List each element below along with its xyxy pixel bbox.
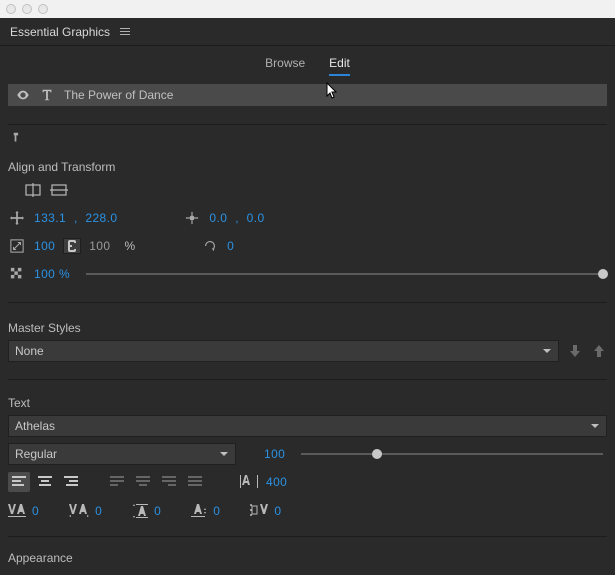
align-right-button[interactable] xyxy=(60,472,82,492)
window-close-button[interactable] xyxy=(6,4,16,14)
push-style-down-icon[interactable] xyxy=(567,343,583,359)
position-x[interactable]: 133.1 xyxy=(34,211,66,225)
tsume-value[interactable]: 0 xyxy=(274,504,281,518)
leading-value[interactable]: 0 xyxy=(154,504,161,518)
position-y[interactable]: 228.0 xyxy=(85,211,117,225)
leading-icon xyxy=(132,504,148,518)
text-align-row: 400 xyxy=(8,468,607,496)
align-vertical-center-icon[interactable] xyxy=(50,182,68,198)
font-size-slider[interactable] xyxy=(301,447,603,461)
align-left-button[interactable] xyxy=(8,472,30,492)
scale-unit: % xyxy=(124,239,135,253)
position-row: 133.1 , 228.0 0.0 , 0.0 xyxy=(8,204,607,232)
baseline-metric: 0 xyxy=(191,504,220,518)
font-family-select[interactable]: Athelas xyxy=(8,415,607,437)
scale-link-icon[interactable] xyxy=(63,238,81,254)
tsume-metric: 0 xyxy=(250,504,281,518)
push-style-up-icon[interactable] xyxy=(591,343,607,359)
chevron-down-icon xyxy=(219,449,229,459)
scale-y[interactable]: 100 xyxy=(89,239,110,253)
panel-title: Essential Graphics xyxy=(10,25,110,39)
font-family-value: Athelas xyxy=(15,419,55,433)
window-titlebar xyxy=(0,0,615,18)
baseline-value[interactable]: 0 xyxy=(213,504,220,518)
anchor-point-icon xyxy=(183,211,201,225)
chevron-down-icon xyxy=(542,346,552,356)
master-style-select[interactable]: None xyxy=(8,340,559,362)
tracking-value[interactable]: 400 xyxy=(266,475,287,489)
baseline-shift-icon xyxy=(191,504,207,518)
text-metrics-row: 0 0 0 0 0 xyxy=(8,496,607,526)
kerning-metric: 0 xyxy=(8,504,39,518)
panel-menu-icon[interactable] xyxy=(120,28,130,35)
opacity-row: 100 % xyxy=(8,260,607,288)
tab-edit[interactable]: Edit xyxy=(329,56,350,76)
pin-icon[interactable] xyxy=(12,131,26,145)
section-master-styles: Master Styles xyxy=(8,319,607,337)
opacity-icon xyxy=(8,267,26,281)
scale-icon xyxy=(8,239,26,253)
section-appearance: Appearance xyxy=(8,549,607,567)
align-tools-row xyxy=(8,176,607,204)
justify-right-button[interactable] xyxy=(158,472,180,492)
opacity-value[interactable]: 100 % xyxy=(34,267,70,281)
tsume-icon xyxy=(250,504,268,518)
align-horizontal-center-icon[interactable] xyxy=(24,182,42,198)
panel-header: Essential Graphics xyxy=(0,18,615,46)
justify-group xyxy=(106,472,206,492)
anchor-sep: , xyxy=(235,211,238,225)
panel-tabs: Browse Edit xyxy=(0,46,615,84)
justify-center-button[interactable] xyxy=(132,472,154,492)
tab-browse[interactable]: Browse xyxy=(265,56,305,76)
rotation-icon xyxy=(201,239,219,253)
paragraph-align-group xyxy=(8,472,82,492)
scale-row: 100 100 % 0 xyxy=(8,232,607,260)
chevron-down-icon xyxy=(590,421,600,431)
master-style-value: None xyxy=(15,344,44,358)
anchor-y[interactable]: 0.0 xyxy=(247,211,265,225)
window-minimize-button[interactable] xyxy=(22,4,32,14)
justify-left-button[interactable] xyxy=(106,472,128,492)
layer-row[interactable]: The Power of Dance xyxy=(8,84,607,106)
text-type-icon xyxy=(40,88,54,102)
kerning-pair-metric: 0 xyxy=(69,504,102,518)
font-row: Athelas xyxy=(8,412,607,440)
kerning-va-icon xyxy=(8,504,26,518)
kerning-pair-value[interactable]: 0 xyxy=(95,504,102,518)
font-weight-select[interactable]: Regular xyxy=(8,443,236,465)
section-align-transform: Align and Transform xyxy=(8,158,607,176)
font-size-value[interactable]: 100 xyxy=(264,447,285,461)
master-styles-row: None xyxy=(8,337,607,365)
window-zoom-button[interactable] xyxy=(38,4,48,14)
section-text: Text xyxy=(8,394,607,412)
visibility-eye-icon[interactable] xyxy=(16,88,30,102)
align-center-button[interactable] xyxy=(34,472,56,492)
scale-x[interactable]: 100 xyxy=(34,239,55,253)
font-weight-value: Regular xyxy=(15,447,57,461)
tracking-icon xyxy=(240,475,258,489)
anchor-x[interactable]: 0.0 xyxy=(209,211,227,225)
font-weight-row: Regular 100 xyxy=(8,440,607,468)
leading-metric: 0 xyxy=(132,504,161,518)
layer-title[interactable]: The Power of Dance xyxy=(64,88,173,102)
opacity-slider[interactable] xyxy=(86,267,603,281)
kerning-va-value[interactable]: 0 xyxy=(32,504,39,518)
kerning-pair-icon xyxy=(69,504,89,518)
position-sep: , xyxy=(74,211,77,225)
graphic-toolbar xyxy=(8,124,607,150)
justify-all-button[interactable] xyxy=(184,472,206,492)
rotation-value[interactable]: 0 xyxy=(227,239,234,253)
position-icon xyxy=(8,211,26,225)
